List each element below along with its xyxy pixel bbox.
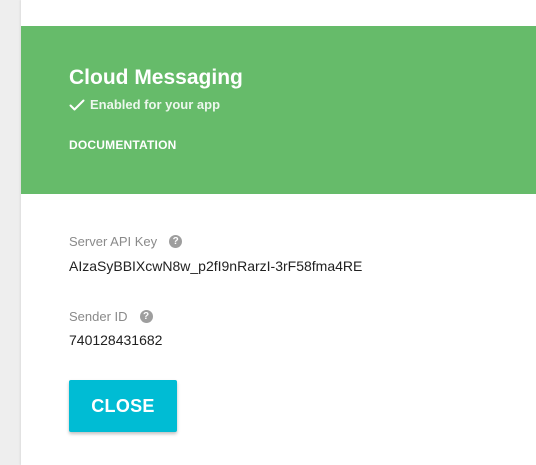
server-api-key-label: Server API Key ? xyxy=(69,234,183,249)
documentation-link[interactable]: DOCUMENTATION xyxy=(69,138,176,152)
help-icon[interactable]: ? xyxy=(139,310,153,323)
sender-id-value: 740128431682 xyxy=(69,332,163,348)
enabled-status-text: Enabled for your app xyxy=(90,97,221,112)
help-icon[interactable]: ? xyxy=(169,235,183,248)
sender-id-label-text: Sender ID xyxy=(69,309,128,324)
dialog-title: Cloud Messaging xyxy=(69,66,243,89)
enabled-status: Enabled for your app xyxy=(69,97,220,112)
close-button[interactable]: CLOSE xyxy=(69,380,177,432)
dialog-header: Cloud Messaging Enabled for your app DOC… xyxy=(21,26,536,194)
checkmark-icon xyxy=(69,99,85,110)
server-api-key-value: AIzaSyBBIXcwN8w_p2fI9nRarzI-3rF58fma4RE xyxy=(69,258,363,274)
sender-id-label: Sender ID ? xyxy=(69,309,153,324)
server-api-key-label-text: Server API Key xyxy=(69,234,158,249)
cloud-messaging-dialog: Cloud Messaging Enabled for your app DOC… xyxy=(21,0,536,465)
